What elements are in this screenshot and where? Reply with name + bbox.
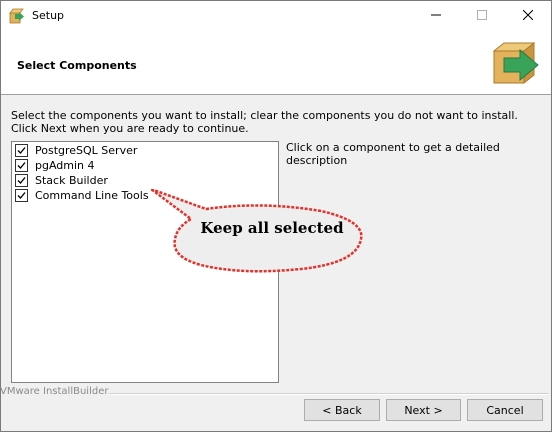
instructions-text: Select the components you want to instal… bbox=[11, 109, 518, 135]
maximize-icon bbox=[477, 9, 487, 23]
wizard-header: Select Components bbox=[1, 31, 551, 95]
installer-brand-label: VMware InstallBuilder bbox=[0, 386, 109, 397]
component-label: pgAdmin 4 bbox=[35, 159, 95, 172]
component-item[interactable]: pgAdmin 4 bbox=[15, 158, 95, 173]
checkmark-icon bbox=[17, 147, 26, 154]
installer-logo-icon bbox=[490, 39, 542, 87]
page-title: Select Components bbox=[17, 59, 137, 72]
setup-window: Setup Select Components Select the compo… bbox=[0, 0, 552, 432]
checkmark-icon bbox=[17, 192, 26, 199]
checkmark-icon bbox=[17, 162, 26, 169]
component-label: PostgreSQL Server bbox=[35, 144, 138, 157]
title-bar: Setup bbox=[1, 1, 551, 31]
component-label: Stack Builder bbox=[35, 174, 108, 187]
separator-line bbox=[109, 393, 549, 395]
component-checkbox[interactable] bbox=[15, 189, 28, 202]
close-icon bbox=[522, 9, 534, 23]
cancel-button[interactable]: Cancel bbox=[467, 399, 543, 421]
component-item[interactable]: Command Line Tools bbox=[15, 188, 149, 203]
component-description: Click on a component to get a detailed d… bbox=[286, 141, 500, 167]
checkmark-icon bbox=[17, 177, 26, 184]
annotation-text: Keep all selected bbox=[200, 219, 344, 237]
component-checkbox[interactable] bbox=[15, 159, 28, 172]
maximize-button[interactable] bbox=[459, 1, 505, 31]
minimize-icon bbox=[431, 10, 441, 23]
component-item[interactable]: PostgreSQL Server bbox=[15, 143, 137, 158]
component-checkbox[interactable] bbox=[15, 144, 28, 157]
component-label: Command Line Tools bbox=[35, 189, 149, 202]
close-button[interactable] bbox=[505, 1, 551, 31]
next-button[interactable]: Next > bbox=[386, 399, 461, 421]
window-title: Setup bbox=[32, 9, 65, 22]
component-checkbox[interactable] bbox=[15, 174, 28, 187]
setup-app-icon bbox=[9, 8, 25, 24]
back-button[interactable]: < Back bbox=[304, 399, 380, 421]
component-item[interactable]: Stack Builder bbox=[15, 173, 108, 188]
minimize-button[interactable] bbox=[413, 1, 459, 31]
